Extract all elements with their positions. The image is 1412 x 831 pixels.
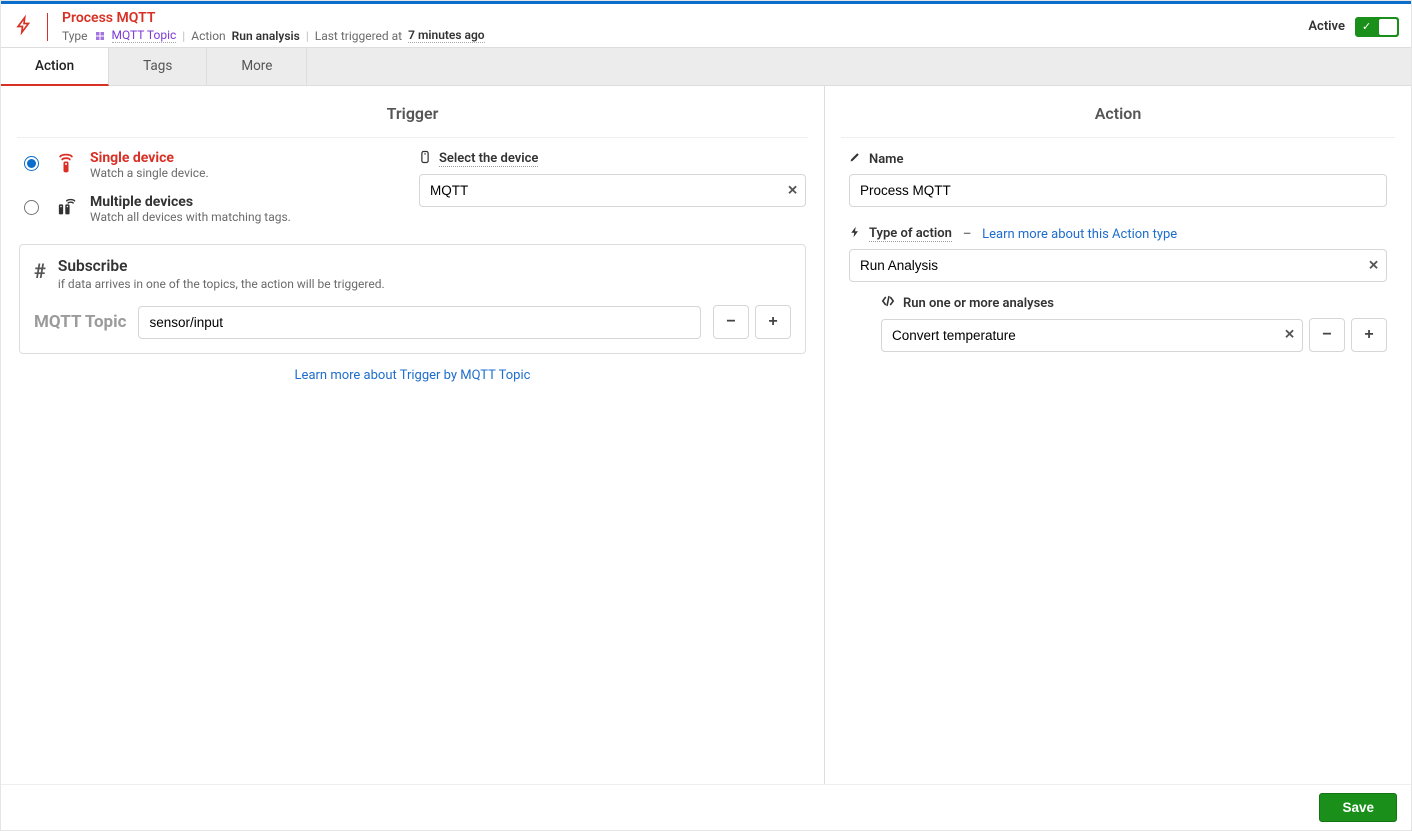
bolt-icon: [15, 14, 33, 40]
analysis-input[interactable]: [881, 319, 1303, 352]
analyses-field-label: Run one or more analyses: [881, 294, 1387, 312]
meta-type-label: Type: [62, 29, 88, 43]
active-toggle[interactable]: ✓: [1355, 17, 1399, 37]
page-title: Process MQTT: [62, 10, 485, 26]
mqtt-topic-icon: [94, 29, 106, 43]
remove-analysis-button[interactable]: −: [1309, 318, 1345, 352]
trigger-option-single[interactable]: Single device Watch a single device.: [19, 150, 399, 180]
name-field-label: Name: [849, 150, 1387, 168]
tab-bar: Action Tags More: [1, 47, 1411, 86]
multiple-devices-title: Multiple devices: [90, 194, 291, 210]
add-analysis-button[interactable]: +: [1351, 318, 1387, 352]
trigger-option-multiple[interactable]: Multiple devices Watch all devices with …: [19, 194, 399, 224]
hash-icon: #: [34, 259, 46, 283]
trigger-panel: Trigger Single device Watch a single dev…: [1, 86, 825, 784]
code-icon: [881, 294, 895, 312]
pencil-icon: [849, 150, 861, 168]
single-device-icon: [54, 152, 78, 176]
multiple-devices-icon: [54, 196, 78, 220]
clear-action-type-icon[interactable]: ✕: [1368, 258, 1379, 273]
meta-last-triggered-value: 7 minutes ago: [408, 28, 484, 43]
add-topic-button[interactable]: +: [755, 305, 791, 339]
action-type-input[interactable]: [849, 249, 1387, 282]
multiple-devices-desc: Watch all devices with matching tags.: [90, 210, 291, 224]
action-panel: Action Name Type of acti: [825, 86, 1411, 784]
radio-single-device[interactable]: [24, 156, 39, 171]
header-meta: Type MQTT Topic | Action Run analysis | …: [62, 28, 485, 43]
trigger-learn-more-link[interactable]: Learn more about Trigger by MQTT Topic: [295, 368, 531, 383]
mqtt-topic-input[interactable]: [138, 306, 701, 339]
action-name-input[interactable]: [849, 174, 1387, 207]
device-field-label: Select the device: [419, 150, 806, 168]
action-title: Action: [833, 104, 1403, 123]
trigger-title: Trigger: [9, 104, 816, 123]
check-icon: ✓: [1362, 20, 1371, 33]
analyses-label-text: Run one or more analyses: [903, 296, 1054, 311]
meta-action-value: Run analysis: [232, 29, 300, 43]
action-divider: [841, 137, 1395, 138]
subscribe-desc: if data arrives in one of the topics, th…: [58, 277, 385, 291]
remove-topic-button[interactable]: −: [713, 305, 749, 339]
toggle-knob: [1379, 19, 1397, 35]
tab-action[interactable]: Action: [1, 48, 109, 86]
type-field-label: Type of action – Learn more about this A…: [849, 225, 1387, 243]
device-input[interactable]: [419, 174, 806, 207]
type-label-text: Type of action: [869, 226, 952, 242]
trigger-divider: [17, 137, 808, 138]
tab-tags[interactable]: Tags: [109, 48, 207, 85]
meta-topic-type[interactable]: MQTT Topic: [112, 28, 177, 43]
radio-multiple-devices[interactable]: [24, 200, 39, 215]
mqtt-topic-label: MQTT Topic: [34, 312, 126, 332]
action-type-learn-link[interactable]: Learn more about this Action type: [982, 227, 1177, 242]
subscribe-box: # Subscribe if data arrives in one of th…: [19, 244, 806, 354]
clear-analysis-icon[interactable]: ✕: [1284, 328, 1295, 343]
device-label-text: Select the device: [439, 151, 538, 167]
device-icon: [419, 150, 431, 168]
bolt-small-icon: [849, 225, 861, 243]
meta-action-label: Action: [191, 29, 225, 43]
subscribe-title: Subscribe: [58, 257, 385, 275]
single-device-title: Single device: [90, 150, 209, 166]
clear-device-icon[interactable]: ✕: [787, 183, 798, 198]
active-label: Active: [1308, 19, 1345, 34]
footer: Save: [1, 784, 1411, 830]
meta-last-triggered-label: Last triggered at: [315, 29, 402, 43]
header-divider: [47, 13, 48, 41]
save-button[interactable]: Save: [1319, 793, 1397, 822]
single-device-desc: Watch a single device.: [90, 166, 209, 180]
tab-more[interactable]: More: [207, 48, 307, 85]
page-header: Process MQTT Type MQTT Topic | Action Ru…: [1, 1, 1411, 47]
name-label-text: Name: [869, 152, 903, 167]
